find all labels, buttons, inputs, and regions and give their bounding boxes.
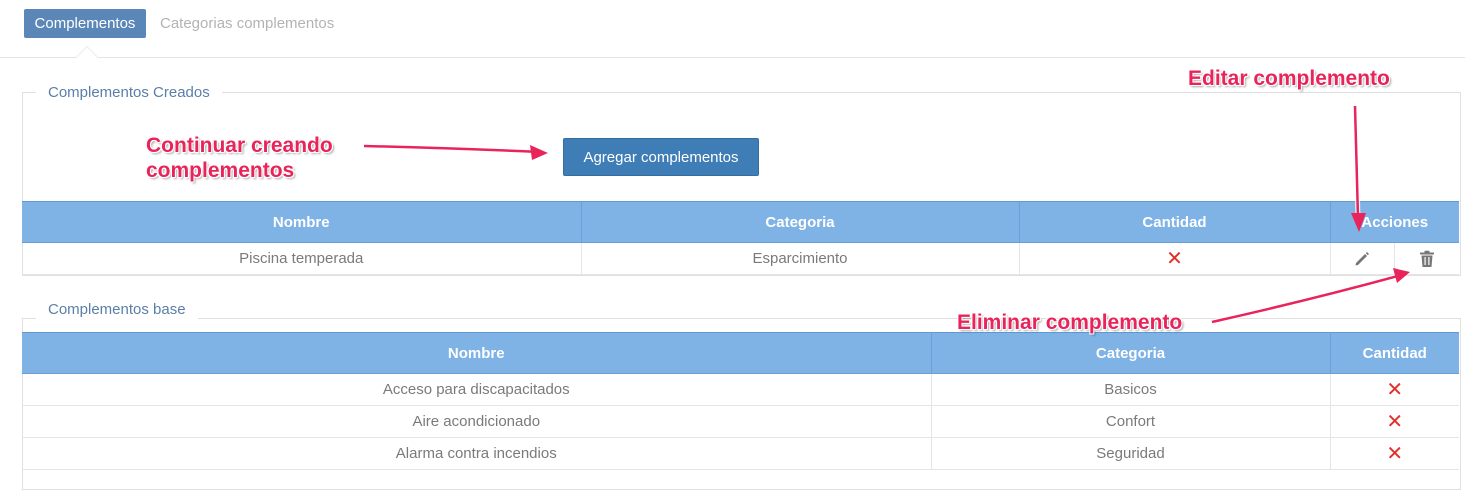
table-row: Alarma contra incendios Seguridad ✕	[22, 437, 1459, 470]
x-icon: ✕	[1386, 410, 1404, 433]
cell-categoria: Seguridad	[931, 437, 1331, 470]
cell-categoria: Esparcimiento	[581, 242, 1020, 275]
x-icon: ✕	[1386, 378, 1404, 401]
tab-categorias-complementos[interactable]: Categorias complementos	[160, 9, 334, 38]
table-row: Aire acondicionado Confort ✕	[22, 405, 1459, 438]
table-header-row: Nombre Categoria Cantidad	[22, 332, 1459, 374]
tab-bar: Complementos Categorias complementos	[0, 0, 1465, 58]
annotation-edit: Editar complemento	[1188, 67, 1390, 90]
table-header-row: Nombre Categoria Cantidad Acciones	[22, 201, 1459, 243]
annotation-continue: Continuar creando complementos	[146, 134, 333, 182]
tab-complementos[interactable]: Complementos	[24, 9, 146, 38]
x-icon: ✕	[1166, 247, 1183, 270]
column-header-categoria[interactable]: Categoria	[931, 332, 1331, 374]
created-complements-legend: Complementos Creados	[36, 84, 222, 102]
cell-categoria: Confort	[931, 405, 1331, 438]
column-header-categoria[interactable]: Categoria	[581, 201, 1020, 243]
cell-nombre: Acceso para discapacitados	[22, 373, 932, 406]
cell-nombre: Aire acondicionado	[22, 405, 932, 438]
cell-cantidad: ✕	[1330, 373, 1459, 406]
cell-cantidad: ✕	[1330, 437, 1459, 470]
cell-nombre: Piscina temperada	[22, 242, 582, 275]
column-header-cantidad[interactable]: Cantidad	[1019, 201, 1331, 243]
add-complements-button[interactable]: Agregar complementos	[563, 138, 759, 176]
column-header-nombre[interactable]: Nombre	[22, 332, 932, 374]
cell-categoria: Basicos	[931, 373, 1331, 406]
created-complements-table: Nombre Categoria Cantidad Acciones Pisci…	[22, 201, 1459, 275]
pencil-icon	[1355, 251, 1370, 265]
annotation-delete: Eliminar complemento	[957, 311, 1183, 334]
x-icon: ✕	[1386, 442, 1404, 465]
arrow-delete	[1211, 268, 1410, 325]
table-row: Piscina temperada Esparcimiento ✕	[22, 242, 1459, 275]
base-complements-table: Nombre Categoria Cantidad Acceso para di…	[22, 332, 1459, 470]
cell-acciones	[1330, 242, 1459, 275]
edit-button[interactable]	[1331, 243, 1395, 274]
cell-nombre: Alarma contra incendios	[22, 437, 932, 470]
trash-icon	[1420, 250, 1435, 267]
base-complements-legend: Complementos base	[36, 301, 198, 319]
cell-cantidad: ✕	[1019, 242, 1331, 275]
column-header-acciones: Acciones	[1330, 201, 1459, 243]
delete-button[interactable]	[1394, 243, 1459, 274]
cell-cantidad: ✕	[1330, 405, 1459, 438]
column-header-nombre[interactable]: Nombre	[22, 201, 582, 243]
column-header-cantidad[interactable]: Cantidad	[1330, 332, 1459, 374]
table-row: Acceso para discapacitados Basicos ✕	[22, 373, 1459, 406]
